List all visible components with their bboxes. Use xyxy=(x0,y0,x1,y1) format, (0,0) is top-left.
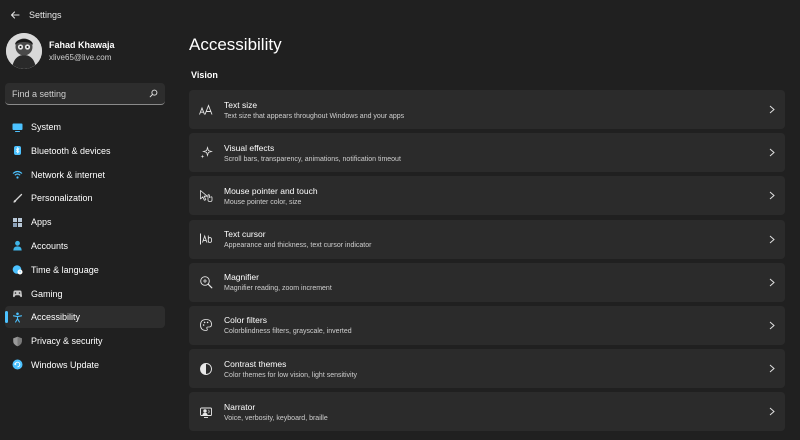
chevron-right-icon xyxy=(759,148,785,157)
sidebar-item-label: Privacy & security xyxy=(31,336,103,347)
chevron-right-icon xyxy=(759,105,785,114)
page-title: Accessibility xyxy=(189,35,282,54)
sidebar-item-label: Windows Update xyxy=(31,359,100,370)
setting-card-text-cursor[interactable]: Text cursor Appearance and thickness, te… xyxy=(189,219,785,259)
setting-title: Magnifier xyxy=(224,272,259,283)
update-icon xyxy=(12,359,23,370)
gamepad-icon xyxy=(12,288,23,299)
sidebar-item-bluetooth-devices[interactable]: Bluetooth & devices xyxy=(5,140,165,162)
accessibility-icon xyxy=(12,312,23,323)
contrast-icon xyxy=(199,362,213,376)
user-name: Fahad Khawaja xyxy=(49,40,115,50)
sidebar-item-label: System xyxy=(31,122,62,132)
section-title: Vision xyxy=(191,70,218,80)
back-arrow-icon xyxy=(10,11,20,19)
setting-subtitle: Text size that appears throughout Window… xyxy=(224,112,405,120)
chevron-right-icon xyxy=(759,321,785,330)
sidebar-nav: System Bluetooth & devices Network & int… xyxy=(5,116,165,378)
palette-icon xyxy=(199,318,213,332)
setting-card-text-size[interactable]: Text size Text size that appears through… xyxy=(189,90,785,129)
sidebar-item-label: Network & internet xyxy=(31,169,106,180)
sidebar-item-windows-update[interactable]: Windows Update xyxy=(5,354,165,376)
app-title: Settings xyxy=(29,10,62,20)
search-icon[interactable] xyxy=(149,89,158,98)
setting-title: Text cursor xyxy=(224,229,266,240)
user-email: xlive65@live.com xyxy=(49,53,112,62)
title-bar: Settings xyxy=(0,0,800,30)
sidebar-item-network-internet[interactable]: Network & internet xyxy=(5,164,165,186)
setting-card-contrast-themes[interactable]: Contrast themes Color themes for low vis… xyxy=(189,349,785,389)
sidebar-item-system[interactable]: System xyxy=(5,116,165,138)
main-content: Accessibility Vision Text size Text size… xyxy=(189,30,789,440)
setting-title: Visual effects xyxy=(224,142,275,153)
setting-title: Color filters xyxy=(224,315,267,326)
text-size-icon xyxy=(199,103,213,117)
chevron-right-icon xyxy=(759,235,785,244)
monitor-icon xyxy=(12,122,23,133)
setting-subtitle: Scroll bars, transparency, animations, n… xyxy=(224,155,401,163)
avatar[interactable] xyxy=(6,33,42,69)
apps-icon xyxy=(12,217,23,228)
sidebar-item-label: Accounts xyxy=(31,240,69,251)
sidebar-item-privacy-security[interactable]: Privacy & security xyxy=(5,330,165,352)
person-icon xyxy=(12,240,23,251)
sidebar-item-label: Apps xyxy=(31,217,52,228)
setting-card-mouse-pointer-touch[interactable]: Mouse pointer and touch Mouse pointer co… xyxy=(189,176,785,216)
search-input[interactable]: Find a setting xyxy=(12,89,149,99)
narrator-icon xyxy=(199,405,213,419)
sidebar-item-accessibility[interactable]: Accessibility xyxy=(5,306,165,329)
settings-list: Text size Text size that appears through… xyxy=(189,90,785,436)
sidebar: Fahad Khawaja xlive65@live.com Find a se… xyxy=(0,30,172,440)
setting-card-visual-effects[interactable]: Visual effects Scroll bars, transparency… xyxy=(189,133,785,173)
setting-subtitle: Color themes for low vision, light sensi… xyxy=(224,371,358,379)
sparkle-icon xyxy=(199,145,213,160)
sidebar-item-gaming[interactable]: Gaming xyxy=(5,283,165,305)
chevron-right-icon xyxy=(759,407,785,416)
search-box[interactable]: Find a setting xyxy=(5,83,165,105)
setting-card-magnifier[interactable]: Magnifier Magnifier reading, zoom increm… xyxy=(189,262,785,302)
brush-icon xyxy=(12,193,23,204)
setting-title: Mouse pointer and touch xyxy=(224,185,318,196)
setting-subtitle: Magnifier reading, zoom increment xyxy=(224,285,332,293)
sidebar-item-accounts[interactable]: Accounts xyxy=(5,235,165,257)
setting-card-color-filters[interactable]: Color filters Colorblindness filters, gr… xyxy=(189,305,785,345)
chevron-right-icon xyxy=(759,364,785,373)
bluetooth-icon xyxy=(12,145,23,156)
sidebar-item-apps[interactable]: Apps xyxy=(5,211,165,233)
setting-subtitle: Appearance and thickness, text cursor in… xyxy=(224,242,372,250)
user-profile[interactable]: Fahad Khawaja xlive65@live.com xyxy=(6,33,115,69)
chevron-right-icon xyxy=(759,191,785,200)
pointer-icon xyxy=(199,189,213,203)
setting-card-narrator[interactable]: Narrator Voice, verbosity, keyboard, bra… xyxy=(189,392,785,432)
setting-title: Narrator xyxy=(224,401,256,412)
sidebar-item-label: Bluetooth & devices xyxy=(31,145,111,156)
shield-icon xyxy=(12,336,23,347)
back-button[interactable] xyxy=(4,4,26,26)
wifi-icon xyxy=(12,169,23,180)
setting-title: Text size xyxy=(224,99,258,110)
sidebar-item-label: Gaming xyxy=(31,288,63,299)
sidebar-item-label: Time & language xyxy=(31,264,99,275)
globe-clock-icon xyxy=(12,264,23,275)
setting-subtitle: Mouse pointer color, size xyxy=(224,198,302,206)
setting-title: Contrast themes xyxy=(224,358,287,369)
setting-subtitle: Colorblindness filters, grayscale, inver… xyxy=(224,328,352,336)
sidebar-item-label: Personalization xyxy=(31,193,93,204)
sidebar-item-label: Accessibility xyxy=(31,312,81,323)
chevron-right-icon xyxy=(759,278,785,287)
sidebar-item-time-language[interactable]: Time & language xyxy=(5,259,165,281)
setting-subtitle: Voice, verbosity, keyboard, braille xyxy=(224,414,328,422)
text-cursor-icon xyxy=(199,232,213,246)
magnifier-icon xyxy=(199,275,213,289)
sidebar-item-personalization[interactable]: Personalization xyxy=(5,187,165,209)
